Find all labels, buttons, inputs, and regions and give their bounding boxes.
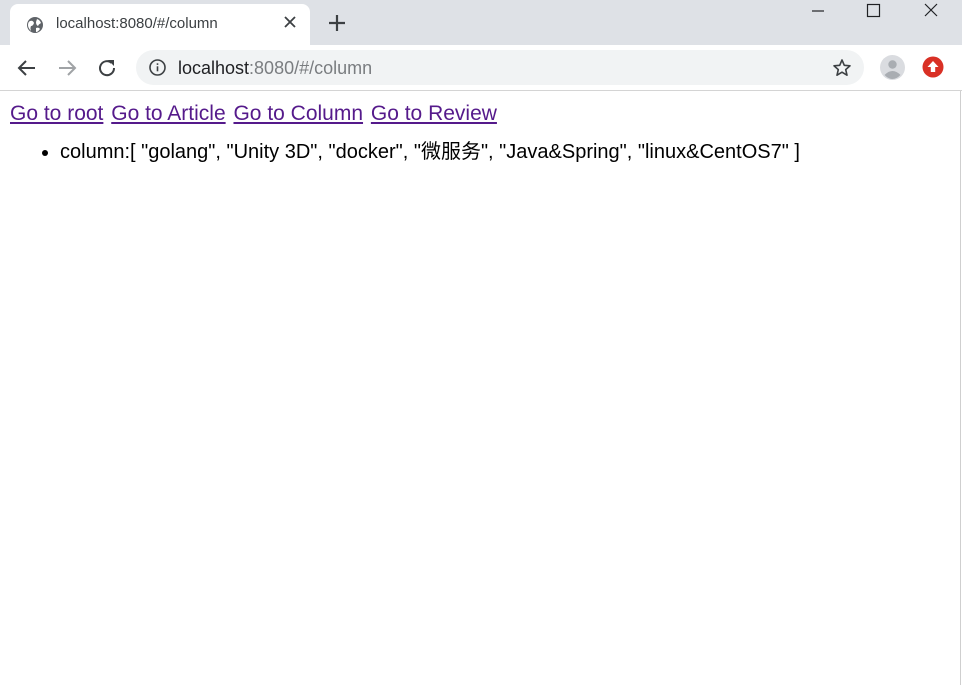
tab-title: localhost:8080/#/column	[56, 15, 218, 32]
avatar-icon[interactable]	[880, 55, 905, 80]
info-icon[interactable]	[148, 58, 167, 77]
address-bar[interactable]: localhost:8080/#/column	[136, 50, 864, 85]
browser-toolbar: localhost:8080/#/column	[0, 45, 962, 91]
arrow-left-icon[interactable]	[15, 56, 39, 80]
url-path: :8080/#/column	[249, 58, 373, 78]
page-content: Go to root Go to Article Go to Column Go…	[0, 91, 961, 685]
close-window-icon[interactable]	[908, 0, 954, 24]
list-item: column:[ "golang", "Unity 3D", "docker",…	[60, 135, 800, 164]
arrow-right-icon[interactable]	[55, 56, 79, 80]
close-icon[interactable]	[281, 13, 299, 31]
tab-strip: localhost:8080/#/column	[0, 0, 962, 45]
column-list: column:[ "golang", "Unity 3D", "docker",…	[0, 135, 800, 164]
url-text: localhost:8080/#/column	[178, 58, 372, 79]
router-nav: Go to root Go to Article Go to Column Go…	[10, 102, 499, 126]
minimize-icon[interactable]	[795, 0, 841, 24]
maximize-icon[interactable]	[850, 0, 896, 24]
star-icon[interactable]	[832, 58, 852, 78]
reload-icon[interactable]	[95, 56, 119, 80]
link-go-to-article[interactable]: Go to Article	[111, 102, 225, 125]
update-icon[interactable]	[922, 56, 944, 78]
browser-window: localhost:8080/#/column localhost:8080/#…	[0, 0, 962, 685]
active-tab[interactable]: localhost:8080/#/column	[10, 4, 310, 45]
link-go-to-column[interactable]: Go to Column	[233, 102, 363, 125]
url-host: localhost	[178, 58, 250, 78]
plus-icon[interactable]	[326, 12, 348, 34]
globe-icon	[27, 17, 43, 33]
link-go-to-review[interactable]: Go to Review	[371, 102, 497, 125]
link-go-to-root[interactable]: Go to root	[10, 102, 103, 125]
